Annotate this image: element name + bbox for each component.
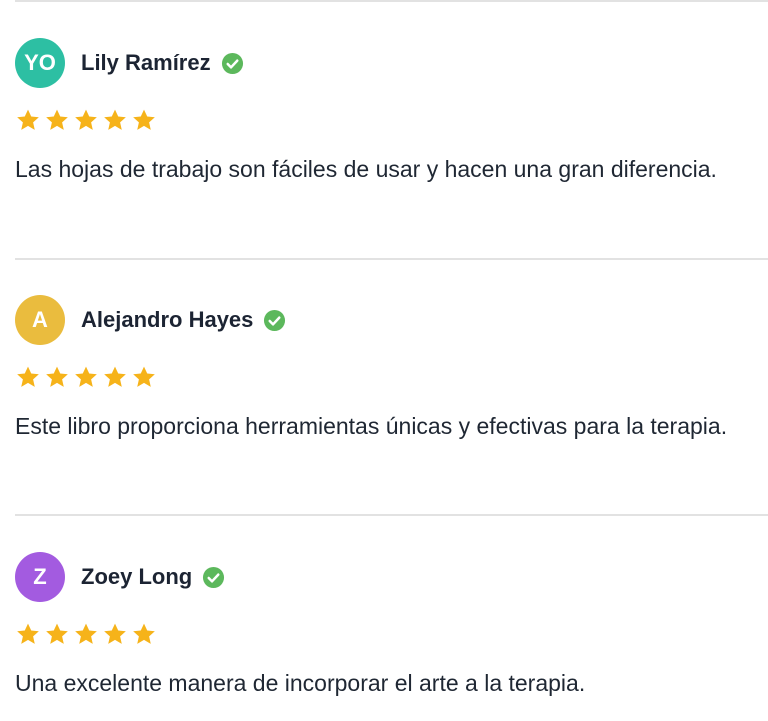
star-icon [46,109,68,130]
review-header: Z Zoey Long [15,552,768,602]
star-icon [104,623,126,644]
star-icon [104,366,126,387]
star-icon [46,366,68,387]
star-icon [133,109,155,130]
review-item: A Alejandro Hayes Este libro proporciona… [15,295,768,444]
star-rating [15,365,768,390]
avatar: A [15,295,65,345]
star-rating [15,108,768,133]
star-icon [133,366,155,387]
reviewer-name: Lily Ramírez [81,50,211,75]
star-icon [17,366,39,387]
divider [15,258,768,260]
check-circle-icon [264,309,286,331]
star-icon [104,109,126,130]
reviews-list: YO Lily Ramírez Las hojas de trabajo son… [0,0,768,721]
review-header: A Alejandro Hayes [15,295,768,345]
divider [15,514,768,516]
check-circle-icon [203,566,225,588]
star-icon [75,623,97,644]
star-icon [75,109,97,130]
star-icon [133,623,155,644]
divider [15,0,768,2]
review-text: Una excelente manera de incorporar el ar… [15,670,586,696]
review-item: Z Zoey Long Una excelente manera de inco… [15,552,768,701]
check-circle-icon [221,52,243,74]
avatar: Z [15,552,65,602]
review-item: YO Lily Ramírez Las hojas de trabajo son… [15,38,768,187]
star-icon [17,109,39,130]
avatar: YO [15,38,65,88]
review-header: YO Lily Ramírez [15,38,768,88]
star-icon [46,623,68,644]
reviewer-name: Alejandro Hayes [81,307,254,332]
reviewer-name: Zoey Long [81,564,193,589]
star-icon [17,623,39,644]
review-text: Este libro proporciona herramientas únic… [15,413,728,439]
star-rating [15,622,768,647]
review-text: Las hojas de trabajo son fáciles de usar… [15,156,717,182]
star-icon [75,366,97,387]
